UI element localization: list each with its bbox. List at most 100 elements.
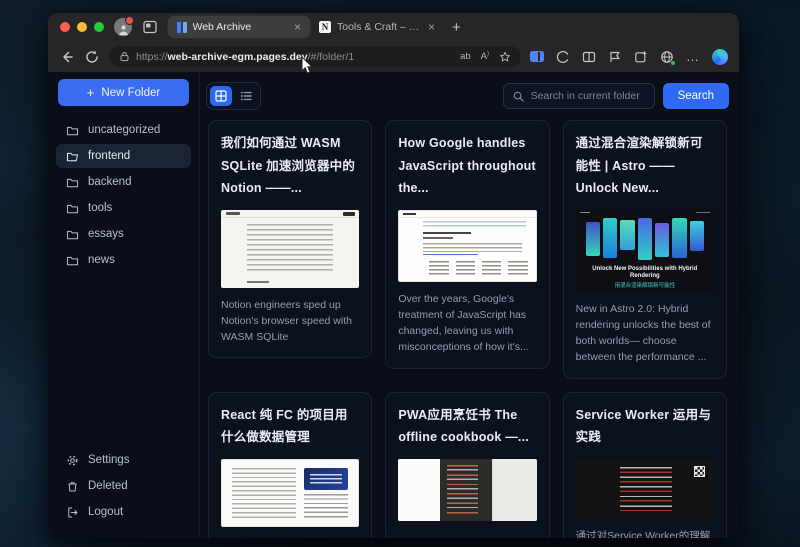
sidebar-item-tools[interactable]: tools <box>56 196 191 220</box>
sidebar-item-deleted[interactable]: Deleted <box>56 474 191 498</box>
footer-label: Logout <box>88 506 123 518</box>
article-title: How Google handles JavaScript throughout… <box>398 132 536 200</box>
tab-switcher-icon[interactable] <box>142 19 158 35</box>
logout-icon <box>66 506 79 519</box>
workspaces-icon[interactable] <box>608 50 622 64</box>
more-menu-icon[interactable]: … <box>686 54 700 59</box>
article-card[interactable]: 通过混合渲染解锁新可能性 | Astro —— Unlock New... Un… <box>563 120 727 379</box>
qr-code <box>694 466 705 477</box>
grid-icon <box>215 90 227 102</box>
sidebar-footer: Settings Deleted Logout <box>56 448 191 524</box>
footer-label: Settings <box>88 454 130 466</box>
sidebar-item-news[interactable]: news <box>56 248 191 272</box>
article-thumbnail <box>398 459 536 521</box>
collections-icon[interactable] <box>582 50 596 64</box>
folder-icon <box>66 176 79 189</box>
tab-web-archive[interactable]: Web Archive × <box>168 16 310 38</box>
list-view-button[interactable] <box>235 86 257 106</box>
close-tab-icon[interactable]: × <box>428 21 435 33</box>
article-title: React 纯 FC 的项目用什么做数据管理 <box>221 404 359 449</box>
zoom-window-button[interactable] <box>94 22 104 32</box>
browser-toolbar: https://web-archive-egm.pages.dev/#/fold… <box>48 41 739 72</box>
folder-list: uncategorized frontend backend tools ess… <box>56 118 191 272</box>
article-thumbnail: Unlock New Possibilities with Hybrid Ren… <box>576 210 714 292</box>
new-tab-button[interactable]: + <box>452 20 461 35</box>
grid-view-button[interactable] <box>210 86 232 106</box>
article-card[interactable]: Service Worker 运用与实践 通过对Service Worker的理… <box>563 392 727 538</box>
main-content: Search 我们如何通过 WASM SQLite 加速浏览器中的 Notion… <box>200 72 739 538</box>
back-icon[interactable] <box>59 49 75 65</box>
web-archive-app: + New Folder uncategorized frontend back… <box>48 72 739 538</box>
address-bar-actions: ab A) <box>460 51 511 63</box>
tab-notion-blog[interactable]: N Tools & Craft – Notion Blog × <box>310 16 444 38</box>
folder-label: backend <box>88 176 131 188</box>
folder-label: tools <box>88 202 112 214</box>
close-tab-icon[interactable]: × <box>294 21 301 33</box>
view-toggle <box>206 82 261 110</box>
trash-icon <box>66 480 79 493</box>
article-card[interactable]: 我们如何通过 WASM SQLite 加速浏览器中的 Notion ——... … <box>208 120 372 358</box>
copilot-icon[interactable] <box>712 49 728 65</box>
thumbnail-subcaption: 用混合渲染解锁新可能性 <box>580 281 710 289</box>
tab-title: Tools & Craft – Notion Blog <box>337 21 422 33</box>
article-card[interactable]: React 纯 FC 的项目用什么做数据管理 组件内部状态用 useState、… <box>208 392 372 538</box>
sidebar-item-uncategorized[interactable]: uncategorized <box>56 118 191 142</box>
article-thumbnail <box>221 210 359 288</box>
new-folder-label: New Folder <box>101 87 160 99</box>
address-bar[interactable]: https://web-archive-egm.pages.dev/#/fold… <box>109 46 521 67</box>
article-description: Notion engineers sped up Notion's browse… <box>221 297 359 346</box>
folder-open-icon <box>66 150 79 163</box>
new-folder-button[interactable]: + New Folder <box>58 79 189 106</box>
folder-label: essays <box>88 228 124 240</box>
article-title: 我们如何通过 WASM SQLite 加速浏览器中的 Notion ——... <box>221 132 359 200</box>
status-dot <box>670 60 676 66</box>
article-thumbnail <box>576 459 714 519</box>
sidebar-item-backend[interactable]: backend <box>56 170 191 194</box>
article-description: 通过对Service Worker的理解和 Workbox的应用，可以进一步提升… <box>576 528 714 538</box>
folder-icon <box>66 202 79 215</box>
thumbnail-caption: Unlock New Possibilities with Hybrid Ren… <box>580 266 710 281</box>
sidebar-item-essays[interactable]: essays <box>56 222 191 246</box>
search-button[interactable]: Search <box>663 83 729 109</box>
folder-icon <box>66 254 79 267</box>
window-controls <box>60 22 104 32</box>
notion-favicon: N <box>319 21 331 33</box>
folder-label: news <box>88 254 115 266</box>
lock-icon <box>119 51 130 62</box>
url-text: https://web-archive-egm.pages.dev/#/fold… <box>136 51 454 63</box>
article-title: PWA应用烹饪书 The offline cookbook —... <box>398 404 536 449</box>
reload-icon[interactable] <box>84 49 100 65</box>
split-screen-icon[interactable] <box>530 51 544 62</box>
search-input[interactable] <box>531 90 645 102</box>
sidebar-item-settings[interactable]: Settings <box>56 448 191 472</box>
sidebar: + New Folder uncategorized frontend back… <box>48 72 200 538</box>
extensions-globe-icon[interactable] <box>660 50 674 64</box>
search-box[interactable] <box>503 83 655 109</box>
search-area: Search <box>503 83 729 109</box>
gear-icon <box>66 454 79 467</box>
sidebar-item-logout[interactable]: Logout <box>56 500 191 524</box>
article-card[interactable]: PWA应用烹饪书 The offline cookbook —... <box>385 392 549 538</box>
tab-title: Web Archive <box>193 21 288 33</box>
article-thumbnail <box>221 459 359 527</box>
footer-label: Deleted <box>88 480 128 492</box>
article-thumbnail <box>398 210 536 282</box>
favorite-star-icon[interactable] <box>499 51 511 63</box>
minimize-window-button[interactable] <box>77 22 87 32</box>
article-description: Over the years, Google's treatment of Ja… <box>398 291 536 356</box>
browser-essentials-icon[interactable] <box>556 50 570 64</box>
list-icon <box>240 90 252 102</box>
web-archive-favicon <box>177 22 187 33</box>
search-icon <box>513 91 524 102</box>
read-aloud-icon[interactable]: A) <box>481 51 489 62</box>
sidebar-item-frontend[interactable]: frontend <box>56 144 191 168</box>
article-card[interactable]: How Google handles JavaScript throughout… <box>385 120 549 369</box>
toolbar-extensions: … <box>530 49 728 65</box>
folder-icon <box>66 228 79 241</box>
profile-avatar[interactable] <box>114 18 132 36</box>
new-collection-icon[interactable] <box>634 50 648 64</box>
folder-label: frontend <box>88 150 130 162</box>
browser-window: Web Archive × N Tools & Craft – Notion B… <box>48 13 739 538</box>
translate-icon[interactable]: ab <box>460 52 471 62</box>
close-window-button[interactable] <box>60 22 70 32</box>
